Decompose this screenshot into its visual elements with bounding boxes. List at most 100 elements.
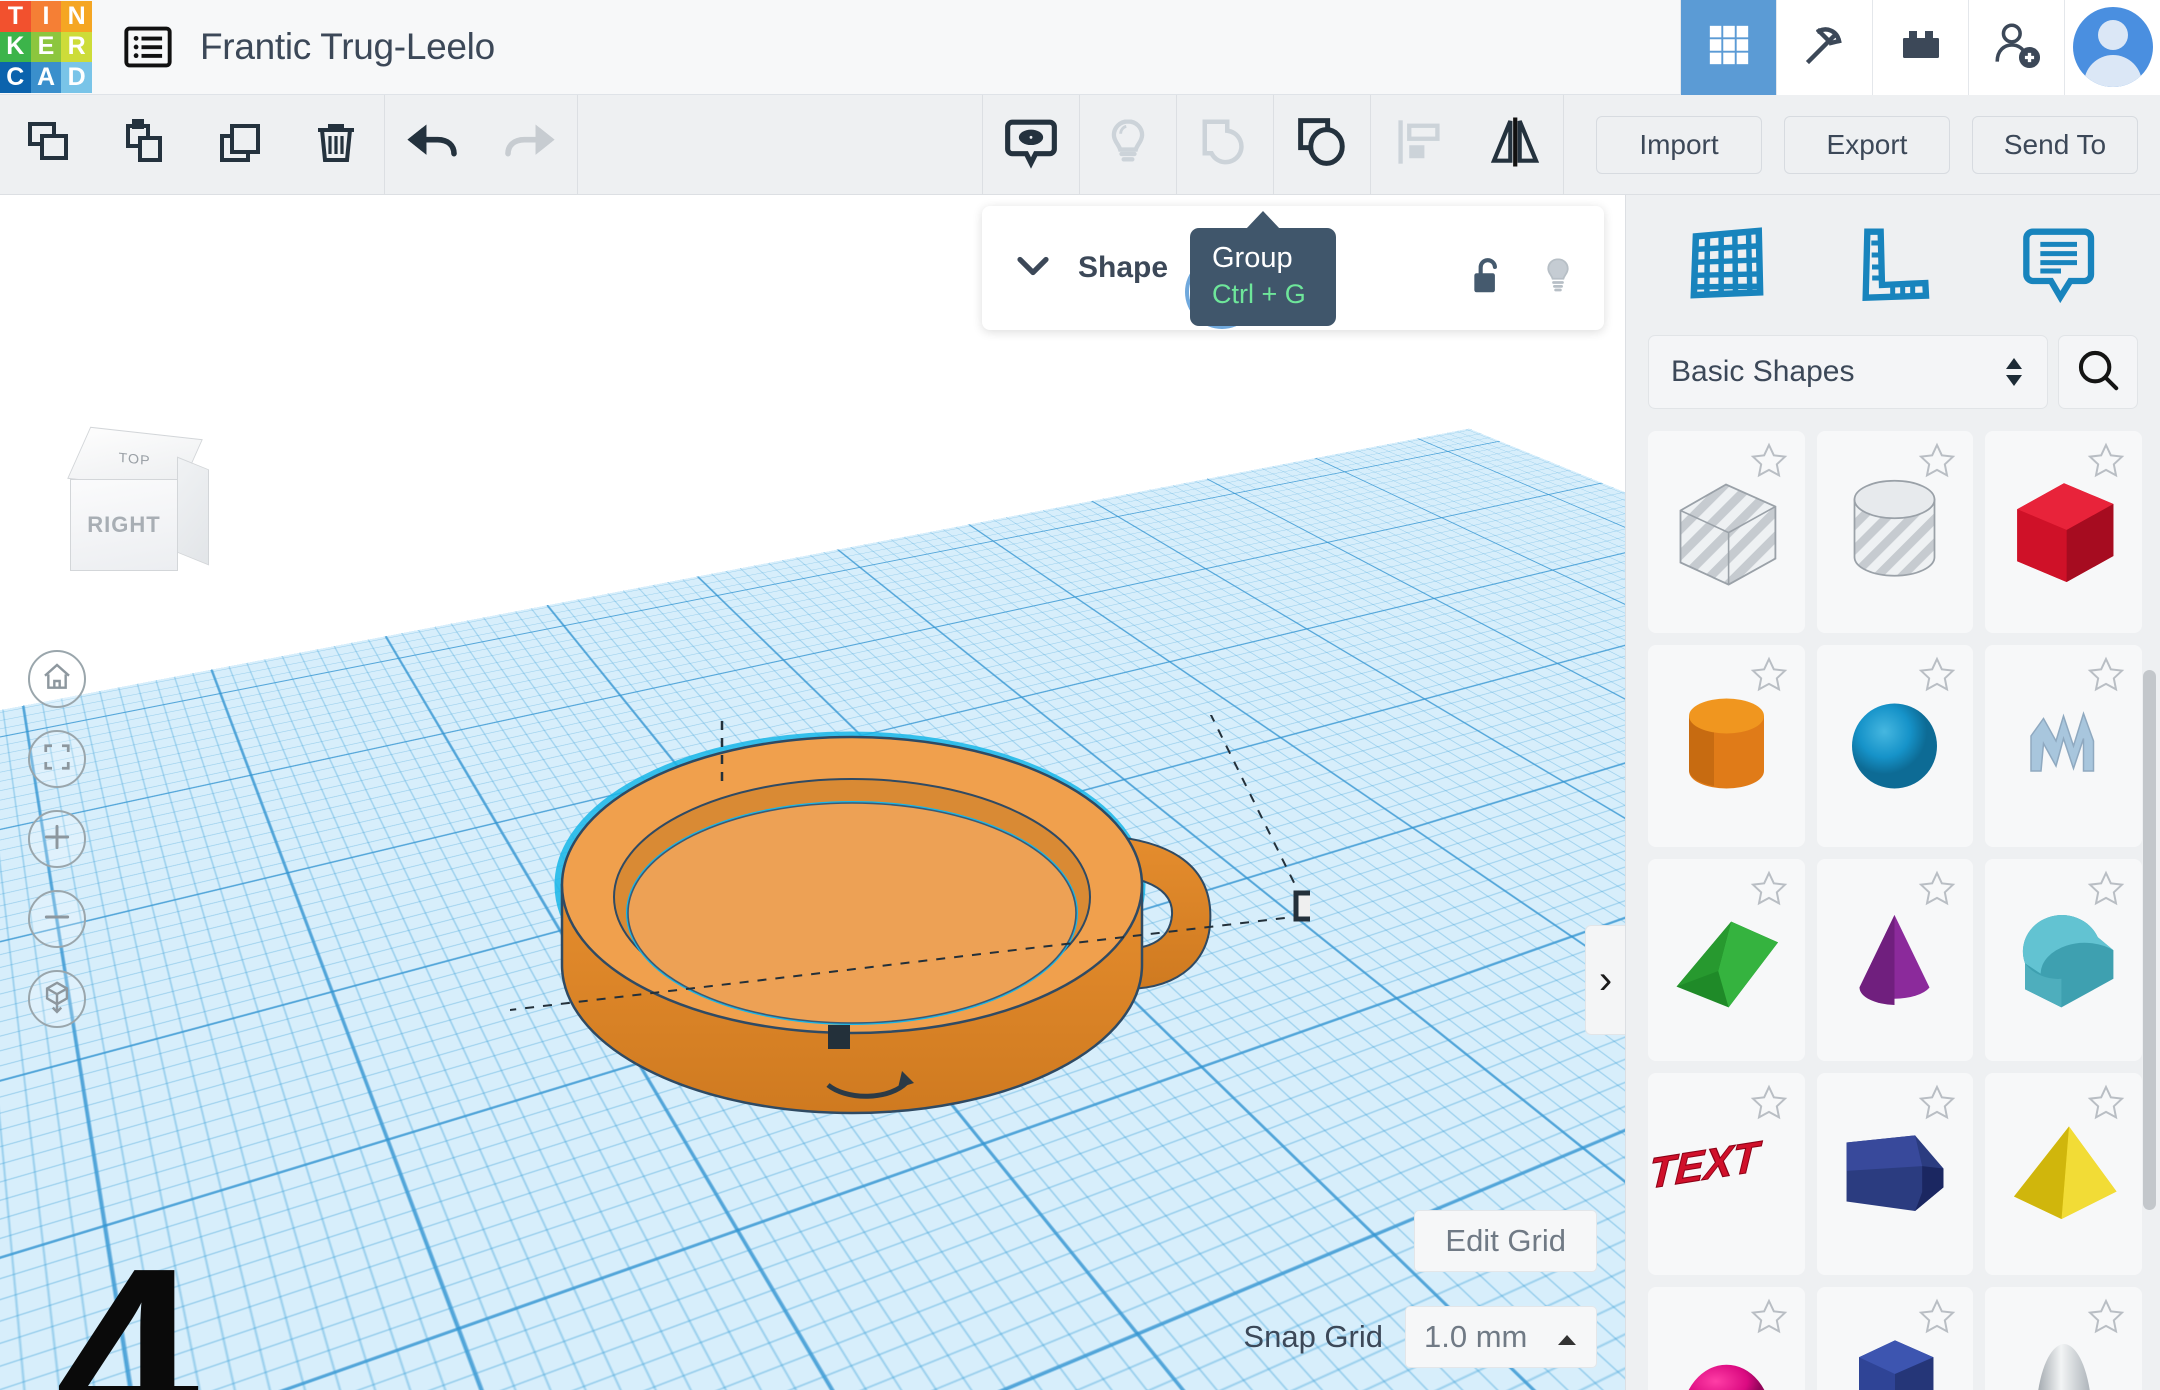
- redo-button[interactable]: [481, 95, 577, 195]
- logo-tile-i: I: [31, 1, 62, 32]
- star-outline-icon[interactable]: [2086, 441, 2126, 486]
- sidebar-tool-icons: [1626, 195, 2160, 335]
- shape-item-cylinder-hole[interactable]: [1817, 431, 1974, 633]
- edit-grid-button[interactable]: Edit Grid: [1414, 1210, 1597, 1272]
- show-hide-button[interactable]: [983, 95, 1079, 195]
- view-cube[interactable]: TOP RIGHT: [58, 433, 218, 583]
- ungroup-button[interactable]: [1177, 95, 1273, 195]
- undo-button[interactable]: [385, 95, 481, 195]
- shape-item-round-roof[interactable]: [1985, 859, 2142, 1061]
- light-button[interactable]: [1080, 95, 1176, 195]
- redo-arrow-icon: [501, 114, 557, 175]
- ruler-button[interactable]: [1854, 223, 1934, 308]
- 3d-canvas[interactable]: TOP RIGHT: [0, 195, 1625, 1390]
- nav-invite[interactable]: [1968, 0, 2064, 95]
- shape-grid-scrollbar[interactable]: [2143, 670, 2156, 1210]
- view-cube-side-face[interactable]: [177, 457, 209, 566]
- shape-item-hemisphere[interactable]: [1648, 1287, 1805, 1390]
- minus-icon: [41, 901, 73, 938]
- shape-category-select[interactable]: Basic Shapes: [1648, 335, 2048, 409]
- nav-blocks[interactable]: [1872, 0, 1968, 95]
- copy-button[interactable]: [0, 95, 96, 195]
- design-title[interactable]: Frantic Trug-Leelo: [200, 26, 495, 68]
- snap-grid-select[interactable]: 1.0 mm: [1405, 1306, 1597, 1368]
- note-button[interactable]: [2019, 223, 2099, 308]
- star-outline-icon[interactable]: [1749, 655, 1789, 700]
- star-outline-icon[interactable]: [1917, 1297, 1957, 1342]
- star-outline-icon[interactable]: [2086, 869, 2126, 914]
- logo-tile-e: E: [31, 32, 62, 63]
- shape-item-roof[interactable]: [1648, 859, 1805, 1061]
- shape-item-hexagonal-prism[interactable]: [1817, 1287, 1974, 1390]
- zoom-in-button[interactable]: [28, 810, 86, 868]
- send-to-button[interactable]: Send To: [1972, 116, 2138, 174]
- shape-library-grid: TEXT: [1626, 431, 2160, 1390]
- paste-button[interactable]: [96, 95, 192, 195]
- duplicate-button[interactable]: [192, 95, 288, 195]
- align-button[interactable]: [1371, 95, 1467, 195]
- shape-item-sphere[interactable]: [1817, 645, 1974, 847]
- star-outline-icon[interactable]: [1917, 441, 1957, 486]
- clipboard-paste-icon: [120, 118, 168, 171]
- delete-button[interactable]: [288, 95, 384, 195]
- shape-item-cone[interactable]: [1817, 859, 1974, 1061]
- export-button[interactable]: Export: [1784, 116, 1950, 174]
- shape-panel-collapse-button[interactable]: [1010, 253, 1056, 284]
- shape-item-paraboloid[interactable]: [1985, 1287, 2142, 1390]
- documents-icon[interactable]: [122, 21, 174, 73]
- import-button[interactable]: Import: [1596, 116, 1762, 174]
- shape-search-button[interactable]: [2058, 335, 2138, 409]
- group-button[interactable]: [1274, 95, 1370, 195]
- fit-view-button[interactable]: [28, 730, 86, 788]
- lightbulb-icon[interactable]: [1540, 254, 1576, 307]
- user-avatar-button[interactable]: [2064, 0, 2160, 95]
- shape-item-cylinder[interactable]: [1648, 645, 1805, 847]
- shape-item-box-hole[interactable]: [1648, 431, 1805, 633]
- logo-tile-a: A: [31, 62, 62, 93]
- shape-thumbnail: [1664, 681, 1789, 811]
- lightbulb-icon: [1102, 116, 1154, 173]
- mirror-icon: [1487, 114, 1543, 175]
- shape-item-scribble[interactable]: [1985, 645, 2142, 847]
- ungroup-shapes-icon: [1198, 115, 1252, 174]
- eye-marker-icon: [1003, 114, 1059, 175]
- star-outline-icon[interactable]: [1749, 869, 1789, 914]
- selected-shape-model[interactable]: [510, 715, 1310, 1135]
- nav-minecraft[interactable]: [1776, 0, 1872, 95]
- star-outline-icon[interactable]: [2086, 1083, 2126, 1128]
- snap-grid-label: Snap Grid: [1243, 1319, 1383, 1355]
- panel-collapse-handle[interactable]: ›: [1585, 925, 1625, 1035]
- shape-item-pyramid[interactable]: [1985, 1073, 2142, 1275]
- star-outline-icon[interactable]: [2086, 655, 2126, 700]
- svg-text:TEXT: TEXT: [1651, 1132, 1765, 1198]
- star-outline-icon[interactable]: [1917, 1083, 1957, 1128]
- tinkercad-app: TINKERCAD Frantic Trug-Leelo: [0, 0, 2160, 1390]
- shape-item-box[interactable]: [1985, 431, 2142, 633]
- unlocked-padlock-icon[interactable]: [1468, 255, 1506, 306]
- toolbar-divider: [577, 95, 578, 195]
- shape-item-text[interactable]: TEXT: [1648, 1073, 1805, 1275]
- logo-tile-k: K: [0, 32, 31, 63]
- star-outline-icon[interactable]: [1917, 869, 1957, 914]
- shape-item-polygon-wedge[interactable]: [1817, 1073, 1974, 1275]
- logo-tile-d: D: [61, 62, 92, 93]
- shape-panel-actions: [1468, 254, 1576, 307]
- star-outline-icon[interactable]: [1749, 1297, 1789, 1342]
- view-cube-front-face[interactable]: RIGHT: [70, 479, 178, 571]
- mirror-button[interactable]: [1467, 95, 1563, 195]
- workplane-button[interactable]: [1687, 222, 1769, 309]
- view-cube-top-label: TOP: [119, 450, 151, 469]
- plus-icon: [41, 821, 73, 858]
- tooltip-shortcut: Ctrl + G: [1212, 279, 1314, 310]
- projection-toggle-button[interactable]: [28, 970, 86, 1028]
- caret-up-icon: [1556, 1319, 1578, 1355]
- star-outline-icon[interactable]: [1917, 655, 1957, 700]
- star-outline-icon[interactable]: [1749, 441, 1789, 486]
- shape-thumbnail: [1832, 681, 1957, 811]
- home-view-button[interactable]: [28, 650, 86, 708]
- zoom-out-button[interactable]: [28, 890, 86, 948]
- star-outline-icon[interactable]: [2086, 1297, 2126, 1342]
- tinkercad-logo[interactable]: TINKERCAD: [0, 1, 92, 93]
- nav-gallery-grid[interactable]: [1680, 0, 1776, 95]
- star-outline-icon[interactable]: [1749, 1083, 1789, 1128]
